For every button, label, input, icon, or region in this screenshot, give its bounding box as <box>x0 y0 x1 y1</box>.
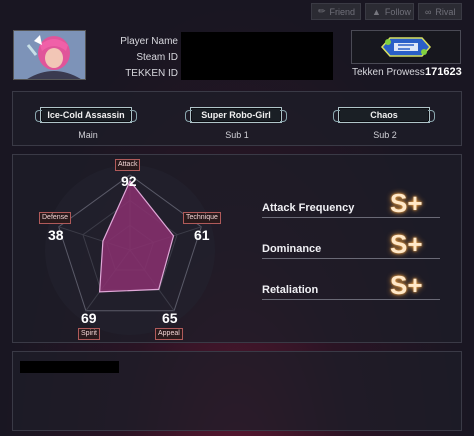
spirit-stat-label: Spirit <box>78 328 100 340</box>
player-name-label: Player Name <box>120 36 178 47</box>
grade-value: S+ <box>390 188 423 218</box>
friend-label: Friend <box>329 6 356 17</box>
follow-label: Follow <box>384 6 411 17</box>
appeal-stat-value: 65 <box>162 310 178 326</box>
prowess-value: 171623 <box>425 66 462 78</box>
title-main: Ice-Cold Assassin <box>35 107 137 123</box>
spirit-stat-value: 69 <box>81 310 97 326</box>
add-friend-icon: ✏ <box>318 6 326 16</box>
tekken-id-label: TEKKEN ID <box>125 68 178 79</box>
grade-label: Retaliation <box>262 284 319 296</box>
rival-label: Rival <box>435 6 456 17</box>
grade-value: S+ <box>390 229 423 259</box>
appeal-stat-label: Appeal <box>155 328 183 340</box>
rank-badge <box>351 30 461 64</box>
grade-row-attack-frequency: Attack Frequency S+ <box>262 188 440 218</box>
defense-stat-value: 38 <box>48 227 64 243</box>
attack-stat-label: Attack <box>115 159 141 171</box>
prowess-label: Tekken Prowess <box>352 67 425 78</box>
grade-label: Attack Frequency <box>262 202 355 214</box>
follow-button[interactable]: ▲ Follow <box>365 3 414 20</box>
grade-value: S+ <box>390 270 423 300</box>
redacted-comment-box <box>20 361 119 373</box>
rival-button[interactable]: ∞ Rival <box>418 3 462 20</box>
friend-button[interactable]: ✏ Friend <box>311 3 361 20</box>
technique-stat-value: 61 <box>194 227 210 243</box>
steam-id-label: Steam ID <box>136 52 178 63</box>
title-sub1-text: Super Robo-Girl <box>201 110 271 120</box>
slot-sub1-label: Sub 1 <box>225 130 249 140</box>
rank-emblem-icon <box>380 37 432 57</box>
title-main-text: Ice-Cold Assassin <box>47 110 125 120</box>
title-sub2: Chaos <box>333 107 435 123</box>
redacted-identity-box <box>181 32 333 80</box>
grade-row-retaliation: Retaliation S+ <box>262 270 440 300</box>
slot-main-label: Main <box>78 130 98 140</box>
title-sub2-text: Chaos <box>370 110 398 120</box>
title-sub1: Super Robo-Girl <box>185 107 287 123</box>
thumbs-up-icon: ▲ <box>372 6 381 17</box>
player-avatar <box>13 30 86 80</box>
slot-sub2-label: Sub 2 <box>373 130 397 140</box>
link-icon: ∞ <box>425 6 432 17</box>
attack-stat-value: 92 <box>121 173 137 189</box>
technique-stat-label: Technique <box>183 212 221 224</box>
grade-row-dominance: Dominance S+ <box>262 229 440 259</box>
grade-label: Dominance <box>262 243 322 255</box>
defense-stat-label: Defense <box>39 212 72 224</box>
